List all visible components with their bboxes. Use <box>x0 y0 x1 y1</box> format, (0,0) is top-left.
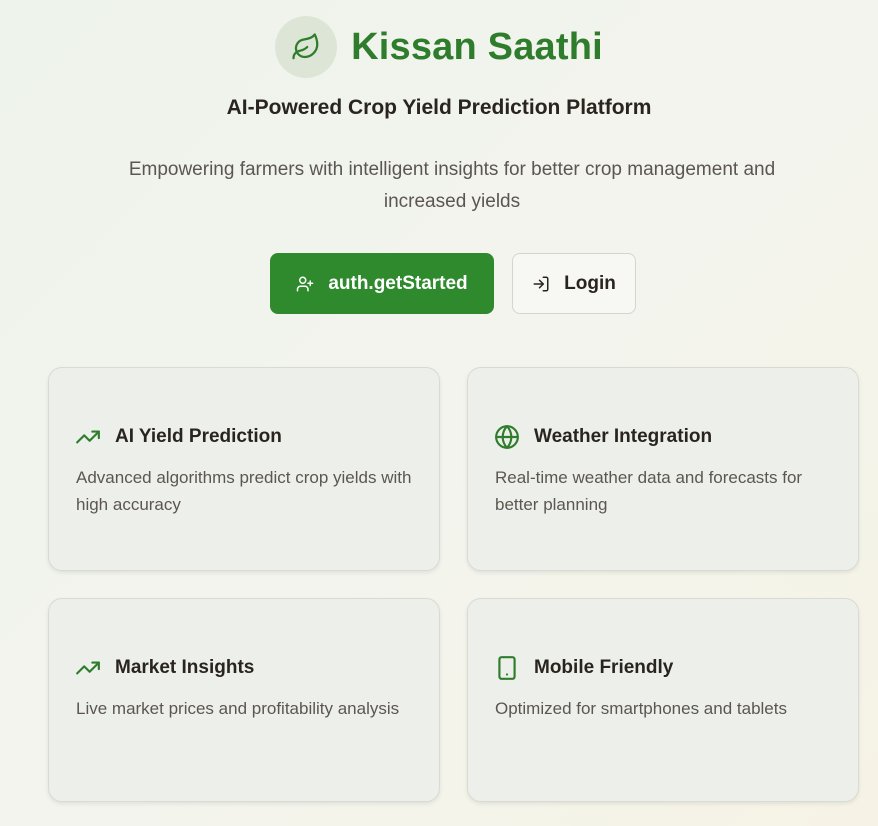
feature-title: Weather Integration <box>534 426 713 447</box>
page-tagline: AI-Powered Crop Yield Prediction Platfor… <box>226 96 652 119</box>
feature-description: Optimized for smartphones and tablets <box>495 699 787 718</box>
feature-title: AI Yield Prediction <box>115 426 282 447</box>
feature-card-ai-yield: AI Yield Prediction Advanced algorithms … <box>48 367 440 571</box>
feature-description: Advanced algorithms predict crop yields … <box>76 468 412 514</box>
smartphone-icon <box>494 655 520 681</box>
user-plus-icon <box>296 275 314 293</box>
log-in-icon <box>532 275 550 293</box>
login-button[interactable]: Login <box>512 253 636 314</box>
get-started-label: auth.getStarted <box>328 272 468 294</box>
globe-icon <box>494 424 520 450</box>
brand-header: Kissan Saathi <box>0 16 878 78</box>
feature-card-market: Market Insights Live market prices and p… <box>48 598 440 802</box>
trending-up-icon <box>75 424 101 450</box>
feature-card-weather: Weather Integration Real-time weather da… <box>467 367 859 571</box>
feature-description: Live market prices and profitability ana… <box>76 699 400 718</box>
page-description: Empowering farmers with intelligent insi… <box>128 159 776 212</box>
trending-up-icon <box>75 655 101 681</box>
feature-description: Real-time weather data and forecasts for… <box>495 468 803 514</box>
login-label: Login <box>564 272 616 294</box>
feature-title: Mobile Friendly <box>534 657 674 678</box>
feature-card-mobile: Mobile Friendly Optimized for smartphone… <box>467 598 859 802</box>
feature-title: Market Insights <box>115 657 255 678</box>
get-started-button[interactable]: auth.getStarted <box>270 253 494 314</box>
brand-name: Kissan Saathi <box>351 25 603 68</box>
logo-badge <box>275 16 338 78</box>
leaf-icon <box>291 32 321 62</box>
